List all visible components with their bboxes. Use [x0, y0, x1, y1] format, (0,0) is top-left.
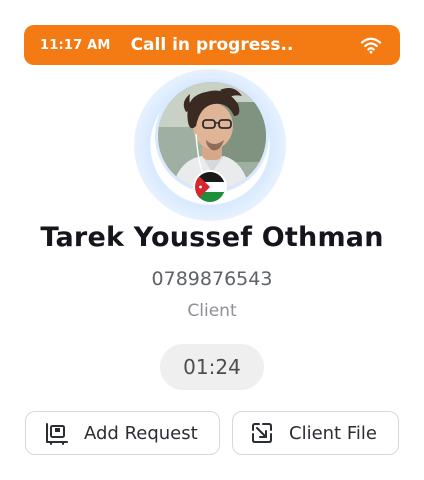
caller-avatar-group: [134, 69, 290, 221]
wifi-icon: [360, 37, 382, 54]
add-request-icon: [46, 423, 68, 445]
client-file-button[interactable]: Client File: [232, 411, 399, 455]
call-status-bar: 11:17 AM Call in progress..: [24, 25, 400, 65]
caller-name: Tarek Youssef Othman: [40, 222, 384, 253]
caller-role: Client: [187, 301, 237, 321]
add-request-label: Add Request: [84, 422, 198, 444]
call-timer: 01:24: [160, 344, 264, 390]
status-time: 11:17 AM: [40, 37, 111, 53]
client-file-label: Client File: [289, 422, 377, 444]
jordan-flag-icon: [193, 170, 227, 204]
add-request-button[interactable]: Add Request: [25, 411, 220, 455]
caller-phone: 0789876543: [151, 268, 273, 290]
open-external-icon: [252, 423, 272, 443]
